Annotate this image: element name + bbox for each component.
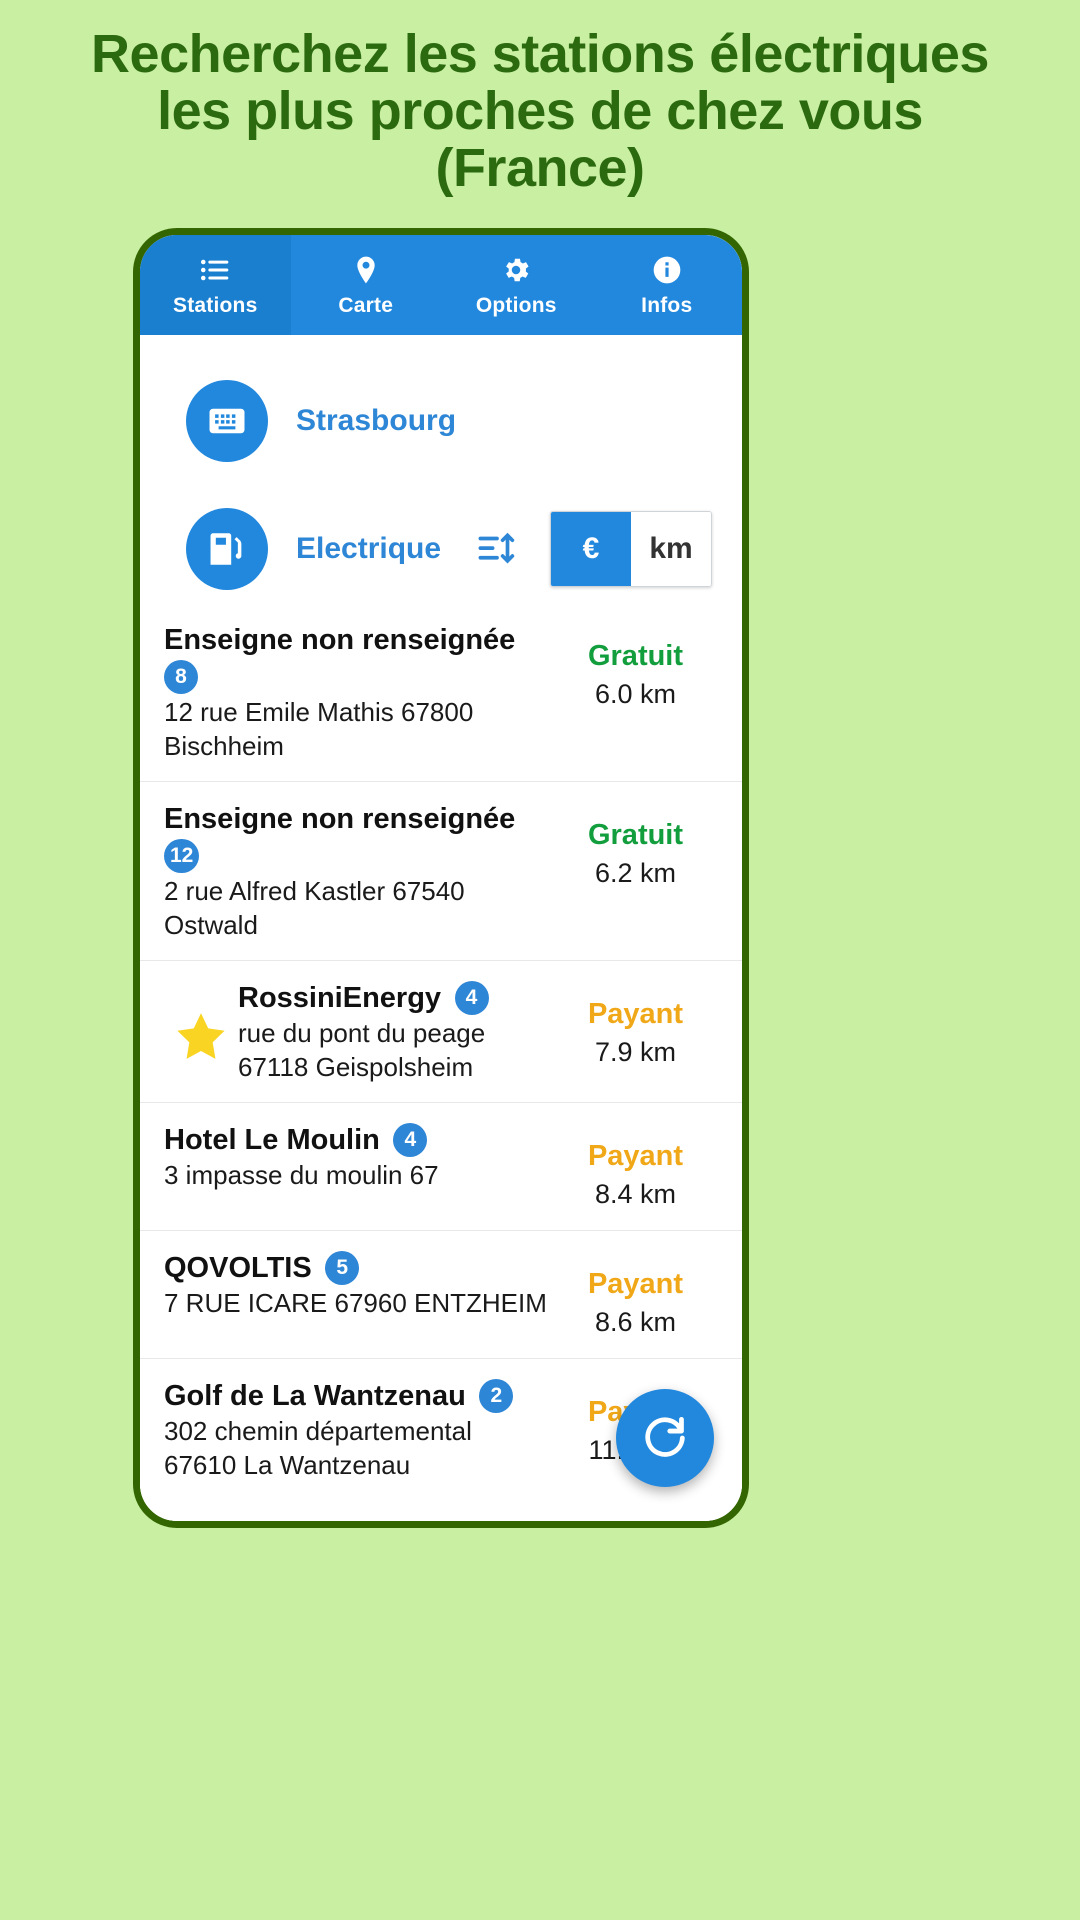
station-price: Payant: [587, 1140, 684, 1173]
promo-line-1: Recherchez les stations électriques: [91, 24, 989, 84]
screenshot-root: Recherchez les stations électriques les …: [0, 0, 1080, 1920]
fuel-type-value[interactable]: Electrique: [296, 532, 441, 566]
station-address-line2: 67610 La Wantzenau: [164, 1449, 411, 1480]
refresh-button[interactable]: [616, 1389, 714, 1487]
station-distance: 8.4 km: [594, 1178, 677, 1209]
station-info: Golf de La Wantzenau 2 302 chemin départ…: [164, 1378, 553, 1480]
station-meta: Payant 8.6 km: [553, 1251, 718, 1338]
list-icon: [198, 253, 232, 287]
station-address-line1: 12 rue Emile Mathis 67800: [164, 697, 474, 728]
phone-mockup: Stations Carte Options Infos Strasbourg …: [133, 228, 749, 1528]
station-name: Enseigne non renseignée: [164, 803, 516, 836]
tab-options[interactable]: Options: [441, 235, 592, 335]
tab-stations[interactable]: Stations: [140, 235, 291, 335]
station-badge: 8: [164, 660, 198, 695]
fuel-pump-icon: [206, 528, 248, 570]
promo-heading: Recherchez les stations électriques les …: [0, 24, 1080, 199]
gear-icon: [499, 253, 533, 287]
content-area: Strasbourg Electrique € km Enseigne non …: [140, 335, 742, 1521]
station-distance: 7.9 km: [594, 1036, 677, 1067]
station-address-line2: 67118 Geispolsheim: [238, 1051, 474, 1082]
info-icon: [650, 253, 684, 287]
tab-carte-label: Carte: [338, 293, 394, 317]
station-address-line1: 7 RUE ICARE 67960 ENTZHEIM: [164, 1288, 547, 1319]
station-price: Gratuit: [587, 819, 684, 852]
keyboard-button[interactable]: [186, 380, 268, 462]
map-pin-icon: [349, 253, 383, 287]
table-row[interactable]: QOVOLTIS 5 7 RUE ICARE 67960 ENTZHEIM Pa…: [140, 1229, 742, 1358]
station-list: Enseigne non renseignée 8 12 rue Emile M…: [140, 615, 742, 1500]
station-address-line2: Ostwald: [164, 909, 258, 940]
station-info: RossiniEnergy 4 rue du pont du peage 671…: [238, 981, 553, 1082]
city-value[interactable]: Strasbourg: [296, 404, 456, 438]
station-meta: Payant 8.4 km: [553, 1123, 718, 1210]
keyboard-icon: [206, 400, 248, 442]
station-meta: Gratuit 6.2 km: [553, 802, 718, 889]
table-row[interactable]: RossiniEnergy 4 rue du pont du peage 671…: [140, 960, 742, 1102]
unit-toggle-euro[interactable]: €: [551, 512, 631, 586]
station-price: Gratuit: [587, 640, 684, 672]
table-row[interactable]: Hotel Le Moulin 4 3 impasse du moulin 67…: [140, 1102, 742, 1230]
refresh-icon: [639, 1412, 691, 1464]
station-distance: 8.6 km: [594, 1306, 677, 1337]
tab-stations-label: Stations: [173, 293, 258, 317]
station-distance: 6.0 km: [594, 678, 677, 709]
promo-line-3: (France): [435, 138, 645, 199]
tab-bar: Stations Carte Options Infos: [140, 235, 742, 335]
unit-toggle-km[interactable]: km: [631, 512, 711, 586]
station-distance: 6.2 km: [594, 857, 677, 888]
station-meta: Gratuit 6.0 km: [553, 623, 718, 710]
unit-toggle: € km: [550, 511, 712, 587]
station-info: Hotel Le Moulin 4 3 impasse du moulin 67: [164, 1123, 553, 1191]
station-name: QOVOLTIS: [164, 1251, 312, 1284]
station-address-line1: rue du pont du peage: [238, 1018, 486, 1049]
station-info: QOVOLTIS 5 7 RUE ICARE 67960 ENTZHEIM: [164, 1250, 553, 1319]
station-name: RossiniEnergy: [238, 982, 442, 1015]
city-search-row: Strasbourg: [140, 335, 742, 483]
station-info: Enseigne non renseignée 12 2 rue Alfred …: [164, 802, 553, 940]
station-badge: 2: [479, 1378, 514, 1413]
promo-line-2: les plus proches de chez vous: [157, 81, 923, 142]
table-row[interactable]: Enseigne non renseignée 8 12 rue Emile M…: [140, 615, 742, 781]
station-address-line2: Bischheim: [164, 730, 284, 761]
sort-icon[interactable]: [474, 526, 520, 572]
favorite-star[interactable]: [164, 981, 238, 1065]
tab-infos-label: Infos: [641, 293, 693, 317]
station-badge: 12: [164, 839, 200, 874]
station-badge: 4: [454, 981, 489, 1016]
station-name: Hotel Le Moulin: [164, 1124, 380, 1157]
station-info: Enseigne non renseignée 8 12 rue Emile M…: [164, 623, 553, 761]
tab-carte[interactable]: Carte: [291, 235, 442, 335]
station-price: Payant: [587, 998, 684, 1031]
app-screen: Stations Carte Options Infos Strasbourg …: [140, 235, 742, 1521]
tab-options-label: Options: [475, 293, 557, 317]
fuel-filter-row: Electrique € km: [140, 483, 742, 615]
station-badge: 4: [393, 1123, 428, 1158]
station-price: Payant: [587, 1267, 684, 1300]
station-address-line1: 2 rue Alfred Kastler 67540: [164, 876, 465, 907]
fuel-type-button[interactable]: [186, 508, 268, 590]
station-address-line1: 302 chemin départemental: [164, 1416, 472, 1447]
station-badge: 5: [325, 1250, 360, 1285]
station-name: Enseigne non renseignée: [164, 624, 516, 656]
tab-infos[interactable]: Infos: [592, 235, 743, 335]
station-meta: Payant 7.9 km: [553, 981, 718, 1068]
station-address-line1: 3 impasse du moulin 67: [164, 1160, 439, 1191]
star-icon: [173, 1009, 229, 1065]
station-name: Golf de La Wantzenau: [164, 1379, 466, 1412]
table-row[interactable]: Enseigne non renseignée 12 2 rue Alfred …: [140, 781, 742, 960]
